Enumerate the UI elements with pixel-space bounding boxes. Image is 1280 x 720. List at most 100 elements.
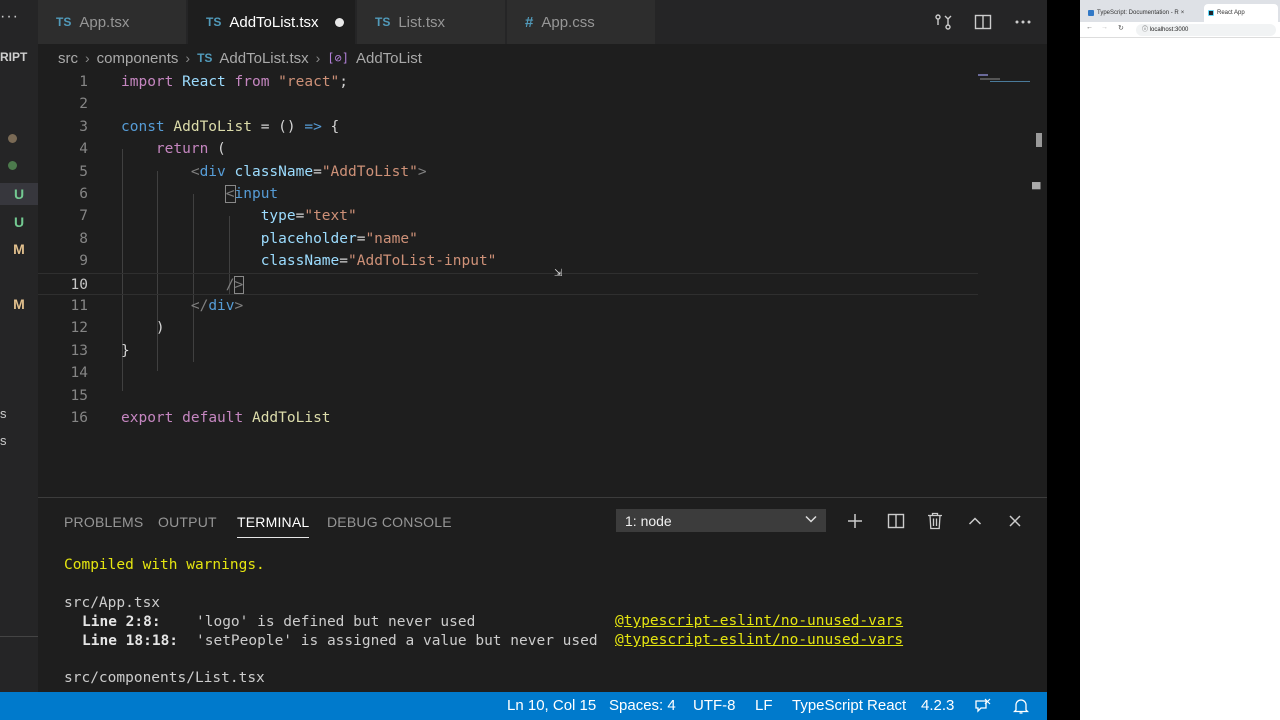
tab-app-css[interactable]: # App.css bbox=[507, 0, 655, 44]
code-text: ) bbox=[121, 320, 165, 337]
code-line-current: 10 /> bbox=[38, 272, 978, 295]
code-line: 14 bbox=[38, 362, 978, 384]
typescript-version[interactable]: 4.2.3 bbox=[921, 697, 954, 714]
code-editor[interactable]: 1 import React from "react"; 2 3 const Add… bbox=[38, 71, 978, 491]
explorer-section-label: RIPT bbox=[0, 50, 28, 64]
minimap-line bbox=[980, 78, 1000, 80]
browser-tab-typescript-docs[interactable]: TypeScript: Documentation - R × bbox=[1084, 4, 1200, 22]
terminal-select-value: 1: node bbox=[625, 512, 672, 529]
warning-location: Line 2:8: bbox=[82, 614, 161, 630]
trash-icon[interactable] bbox=[925, 511, 945, 531]
code-line: 16 export default AddToList bbox=[38, 407, 978, 429]
code-line: 4 return ( bbox=[38, 138, 978, 160]
breadcrumb-file[interactable]: AddToList.tsx bbox=[219, 50, 308, 67]
tab-addtolist-tsx[interactable]: TS AddToList.tsx bbox=[188, 0, 355, 44]
code-line: 5 <div className="AddToList"> bbox=[38, 161, 978, 183]
terminal-select[interactable]: 1: node bbox=[616, 509, 826, 532]
code-line: 1 import React from "react"; bbox=[38, 71, 978, 93]
git-status-untracked: U bbox=[13, 214, 25, 230]
code-text: export default AddToList bbox=[121, 410, 331, 426]
tab-app-tsx[interactable]: TS App.tsx bbox=[38, 0, 186, 44]
file-encoding[interactable]: UTF-8 bbox=[693, 697, 736, 714]
chevron-right-icon: › bbox=[315, 50, 321, 66]
tab-problems[interactable]: PROBLEMS bbox=[64, 514, 143, 530]
new-terminal-icon[interactable] bbox=[845, 511, 865, 531]
tab-debug-console[interactable]: DEBUG CONSOLE bbox=[327, 514, 452, 530]
line-number: 7 bbox=[79, 208, 88, 225]
code-text: return ( bbox=[155, 141, 226, 158]
scrollbar-thumb[interactable] bbox=[1036, 133, 1042, 147]
line-number: 2 bbox=[79, 96, 88, 113]
indentation-setting[interactable]: Spaces: 4 bbox=[609, 697, 676, 714]
maximize-panel-icon[interactable] bbox=[965, 511, 985, 531]
typescript-file-icon: TS bbox=[375, 15, 391, 29]
code-line: 8 placeholder="name" bbox=[38, 228, 978, 250]
code-text: } bbox=[121, 342, 130, 359]
close-panel-icon[interactable] bbox=[1005, 511, 1025, 531]
sidebar-item-letter[interactable]: s bbox=[0, 433, 7, 448]
close-tab-icon[interactable]: × bbox=[1181, 10, 1185, 16]
line-number: 1 bbox=[79, 74, 88, 90]
forward-arrow-icon[interactable]: → bbox=[1101, 24, 1108, 31]
breadcrumb-folder[interactable]: components bbox=[97, 50, 179, 67]
reload-icon[interactable]: ↻ bbox=[1118, 24, 1124, 32]
warning-rule-link[interactable]: @typescript-eslint/no-unused-vars bbox=[615, 613, 903, 629]
editor-actions bbox=[933, 0, 1033, 44]
symbol-variable-icon: [⊘] bbox=[327, 51, 349, 65]
tab-label: AddToList.tsx bbox=[229, 13, 319, 31]
terminal-line: src/components/List.tsx bbox=[64, 670, 265, 686]
open-changes-icon[interactable] bbox=[933, 12, 953, 32]
breadcrumb-symbol[interactable]: AddToList bbox=[356, 50, 422, 67]
cursor-position[interactable]: Ln 10, Col 15 bbox=[507, 697, 596, 714]
feedback-icon[interactable] bbox=[973, 696, 993, 716]
typescript-file-icon: TS bbox=[56, 15, 72, 29]
code-text: <div className="AddToList"> bbox=[190, 163, 427, 180]
browser-page-content[interactable] bbox=[1080, 39, 1280, 720]
split-terminal-icon[interactable] bbox=[886, 511, 906, 531]
browser-tab-react-app[interactable]: React App bbox=[1204, 4, 1278, 22]
vscode-window: ··· RIPT U U M M s s TS App.tsx TS AddTo… bbox=[0, 0, 1047, 720]
unsaved-dot-icon[interactable] bbox=[334, 17, 344, 27]
browser-tab-bar: TypeScript: Documentation - R × React Ap… bbox=[1080, 0, 1280, 22]
line-number: 4 bbox=[79, 141, 88, 158]
git-status-modified: M bbox=[13, 241, 25, 257]
editor-tab-bar: TS App.tsx TS AddToList.tsx TS List.tsx … bbox=[38, 0, 1047, 44]
line-number: 15 bbox=[70, 387, 88, 404]
breadcrumb-folder[interactable]: src bbox=[58, 50, 78, 67]
address-bar[interactable]: ⓘ localhost:3000 bbox=[1136, 24, 1276, 36]
mouse-cursor-icon: ⇲ bbox=[554, 268, 563, 279]
split-editor-icon[interactable] bbox=[973, 12, 993, 32]
back-arrow-icon[interactable]: ← bbox=[1086, 24, 1093, 31]
explorer-sidebar: ··· RIPT U U M M s s bbox=[0, 0, 38, 692]
browser-tab-title: TypeScript: Documentation - R bbox=[1097, 10, 1179, 16]
tab-terminal[interactable]: TERMINAL bbox=[237, 514, 310, 538]
line-number: 12 bbox=[70, 320, 88, 337]
line-number: 13 bbox=[70, 342, 88, 359]
end-of-line[interactable]: LF bbox=[755, 697, 773, 714]
more-actions-icon[interactable] bbox=[1013, 12, 1033, 32]
code-text: const AddToList = () => { bbox=[121, 118, 340, 135]
code-text: import React from "react"; bbox=[121, 74, 349, 90]
code-line: 15 bbox=[38, 385, 978, 407]
chevron-down-icon bbox=[804, 512, 818, 529]
language-mode[interactable]: TypeScript React bbox=[792, 697, 906, 714]
line-number: 14 bbox=[70, 365, 88, 382]
sidebar-item-letter[interactable]: s bbox=[0, 406, 7, 421]
css-file-icon: # bbox=[525, 13, 534, 31]
more-actions-icon[interactable]: ··· bbox=[0, 8, 19, 26]
react-favicon-icon bbox=[1208, 10, 1214, 16]
warning-rule-link[interactable]: @typescript-eslint/no-unused-vars bbox=[615, 632, 903, 648]
minimap[interactable] bbox=[976, 72, 1034, 92]
warning-message: 'setPeople' is assigned a value but neve… bbox=[196, 633, 598, 649]
code-text: placeholder="name" bbox=[260, 230, 418, 247]
typescript-file-icon: TS bbox=[206, 15, 222, 29]
code-text: <input bbox=[224, 185, 279, 203]
line-number: 6 bbox=[79, 186, 88, 202]
tab-list-tsx[interactable]: TS List.tsx bbox=[357, 0, 505, 44]
notifications-bell-icon[interactable] bbox=[1011, 696, 1031, 716]
minimap-line bbox=[990, 81, 1030, 82]
status-bar: Ln 10, Col 15 Spaces: 4 UTF-8 LF TypeScr… bbox=[0, 692, 1047, 720]
divider bbox=[0, 636, 38, 637]
tab-output[interactable]: OUTPUT bbox=[158, 514, 217, 530]
tab-label: App.tsx bbox=[79, 13, 130, 31]
